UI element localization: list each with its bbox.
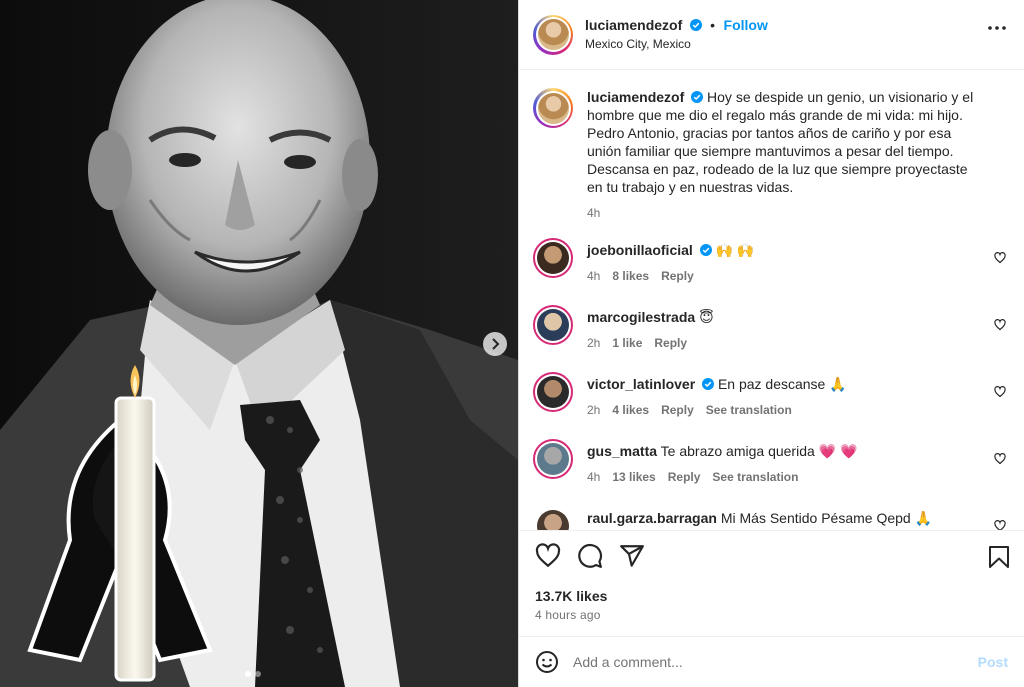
comment-input[interactable] [573,654,978,670]
author-avatar[interactable] [533,14,573,55]
verified-icon [699,244,712,256]
post-actions: 13.7K likes 4 hours ago [519,530,1024,636]
reply-button[interactable]: Reply [668,468,701,486]
carousel-dot-active [245,671,251,677]
heart-icon[interactable] [994,252,1006,264]
comment-username[interactable]: marcogilestrada [587,309,695,325]
comment-likes[interactable]: 13 likes [612,468,655,486]
add-comment-bar: Post [519,636,1024,687]
comment-username[interactable]: joebonillaoficial [587,242,693,258]
comment-text: En paz descanse 🙏 [717,376,847,392]
comment-time[interactable]: 2h [587,401,600,419]
comment-item: gus_matta Te abrazo amiga querida 💗 💗 4h… [533,439,1010,506]
heart-icon[interactable] [994,453,1006,465]
verified-icon [689,19,702,31]
reply-button[interactable]: Reply [654,334,687,352]
chevron-right-icon [492,338,500,350]
comment-item: victor_latinlover En paz descanse 🙏 2h 4… [533,372,1010,439]
author-username[interactable]: luciamendezof [585,17,682,33]
bookmark-icon[interactable] [988,545,1010,569]
more-icon[interactable] [988,26,1006,30]
post-image[interactable] [0,0,518,687]
emoji-icon[interactable] [535,650,559,674]
post-time[interactable]: 4 hours ago [535,608,1008,622]
likes-count[interactable]: 13.7K likes [535,588,1008,604]
comment-time[interactable]: 2h [587,334,600,352]
see-translation-button[interactable]: See translation [712,468,798,486]
comment-text: 🙌 🙌 [715,242,755,258]
post-comment-button[interactable]: Post [978,654,1008,670]
separator-dot: • [710,17,716,33]
heart-icon[interactable] [535,543,561,569]
heart-icon[interactable] [994,319,1006,331]
caption-avatar[interactable] [533,88,573,128]
comment-text: Te abrazo amiga querida 💗 💗 [660,443,858,459]
comment-username[interactable]: victor_latinlover [587,376,695,392]
comment-time[interactable]: 4h [587,267,600,285]
comment-text: Mi Más Sentido Pésame Qepd 🙏 [720,510,933,526]
comment-item: raul.garza.barragan Mi Más Sentido Pésam… [533,506,1010,530]
commenter-avatar[interactable] [533,305,573,345]
comment-likes[interactable]: 8 likes [612,267,649,285]
commenter-avatar[interactable] [533,506,573,530]
heart-icon[interactable] [994,520,1006,530]
comment-likes[interactable]: 4 likes [612,401,649,419]
see-translation-button[interactable]: See translation [706,401,792,419]
comment-item: marcogilestrada 😇 2h 1 like Reply [533,305,1010,372]
carousel-dot [255,671,261,677]
post-caption: luciamendezof Hoy se despide un genio, u… [533,88,1010,238]
comments-list[interactable]: luciamendezof Hoy se despide un genio, u… [519,70,1024,530]
verified-icon [702,378,715,390]
comment-username[interactable]: raul.garza.barragan [587,510,717,526]
share-icon[interactable] [619,543,645,569]
comment-text: 😇 [699,309,714,325]
comment-icon[interactable] [577,543,603,569]
caption-username[interactable]: luciamendezof [587,89,684,105]
post-header: luciamendezof • Follow Mexico City, Mexi… [519,0,1024,70]
commenter-avatar[interactable] [533,439,573,479]
post-side-panel: luciamendezof • Follow Mexico City, Mexi… [518,0,1024,687]
location-link[interactable]: Mexico City, Mexico [585,35,768,53]
caption-time[interactable]: 4h [587,204,600,222]
reply-button[interactable]: Reply [661,267,694,285]
comment-time[interactable]: 4h [587,468,600,486]
follow-button[interactable]: Follow [724,17,768,33]
comment-username[interactable]: gus_matta [587,443,657,459]
heart-icon[interactable] [994,386,1006,398]
next-image-button[interactable] [483,332,507,356]
commenter-avatar[interactable] [533,238,573,278]
carousel-dots [245,671,261,677]
memorial-photo [0,0,518,687]
commenter-avatar[interactable] [533,372,573,412]
reply-button[interactable]: Reply [661,401,694,419]
verified-icon [691,91,704,103]
comment-item: joebonillaoficial 🙌 🙌 4h 8 likes Reply [533,238,1010,305]
comment-likes[interactable]: 1 like [612,334,642,352]
